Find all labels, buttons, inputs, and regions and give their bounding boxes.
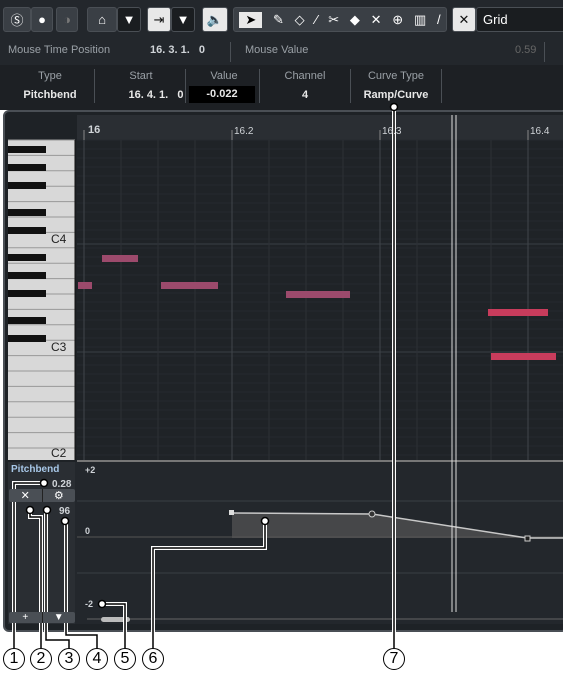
callout-5: 5: [114, 648, 136, 670]
midi-note: [78, 282, 92, 289]
controller-range-value: 96: [59, 506, 71, 517]
black-key: [8, 290, 46, 297]
black-key: [8, 182, 46, 189]
curve-point: [229, 510, 234, 515]
editor-canvas[interactable]: [0, 0, 563, 673]
callout-anchor: [39, 478, 49, 488]
ruler-label: 16: [88, 124, 101, 136]
callout-6: 6: [142, 648, 164, 670]
callout-4: 4: [86, 648, 108, 670]
scale-label-min: -2: [85, 599, 94, 609]
ruler: [77, 115, 563, 140]
curve-point-selected: [524, 535, 531, 542]
callout-3: 3: [58, 648, 80, 670]
callout-anchor: [260, 516, 270, 526]
black-key: [8, 227, 46, 234]
scale-label-max: +2: [85, 465, 96, 475]
black-key: [8, 272, 46, 279]
lane-button-bar: + ▼: [9, 612, 75, 623]
midi-note: [102, 255, 138, 262]
controller-lane-name[interactable]: Pitchbend: [11, 464, 59, 475]
midi-note: [286, 291, 350, 298]
key-label-c4: C4: [51, 232, 67, 246]
scale-label-zero: 0: [85, 526, 91, 536]
key-label-c3: C3: [51, 340, 67, 354]
key-label-c2: C2: [51, 446, 67, 460]
ruler-label: 16.3: [382, 126, 402, 137]
lane-menu-button[interactable]: ▼: [43, 612, 76, 623]
callout-anchor: [60, 516, 70, 526]
black-key: [8, 164, 46, 171]
midi-note: [488, 309, 548, 316]
curve-handle: [368, 510, 376, 518]
ruler-label: 16.2: [234, 126, 254, 137]
callout-7: 7: [383, 648, 405, 670]
midi-note: [491, 353, 556, 360]
callout-anchor: [25, 505, 35, 515]
black-key: [8, 209, 46, 216]
black-key: [8, 254, 46, 261]
controller-button-bar: ✕ ⚙: [9, 489, 75, 502]
add-lane-button[interactable]: +: [9, 612, 43, 623]
callout-anchor: [97, 599, 107, 609]
callout-anchor: [42, 505, 52, 515]
ruler-label: 16.4: [530, 126, 550, 137]
callout-anchor: [389, 102, 399, 112]
callout-1: 1: [3, 648, 25, 670]
black-key: [8, 317, 46, 324]
callout-2: 2: [30, 648, 52, 670]
midi-note: [161, 282, 218, 289]
black-key: [8, 146, 46, 153]
gear-icon[interactable]: ⚙: [43, 489, 76, 502]
note-grid: [77, 140, 563, 460]
snap-icon[interactable]: ✕: [9, 489, 43, 502]
black-key: [8, 335, 46, 342]
